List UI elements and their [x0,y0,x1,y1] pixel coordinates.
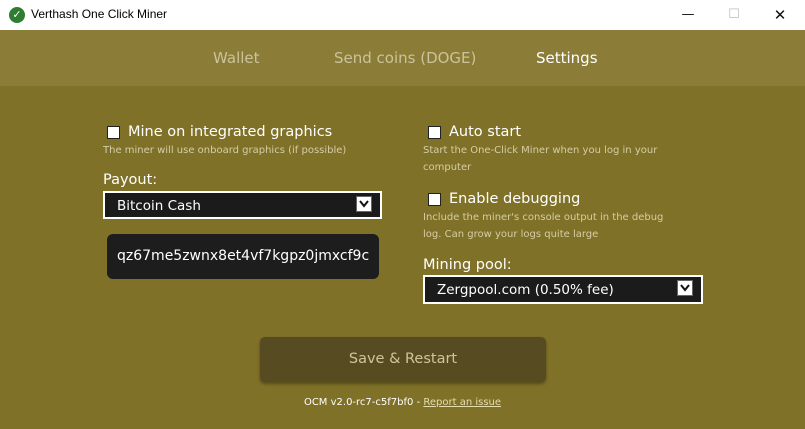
mining-pool-selected-value: Zergpool.com (0.50% fee) [437,282,614,298]
mining-pool-select[interactable]: Zergpool.com (0.50% fee) [423,275,703,304]
payout-select[interactable]: Bitcoin Cash [103,191,382,219]
payout-selected-value: Bitcoin Cash [117,198,201,214]
payout-label: Payout: [103,172,158,188]
minimize-button[interactable]: — [665,0,711,30]
app-content: Wallet Send coins (DOGE) Settings Mine o… [0,30,805,429]
debugging-checkbox[interactable] [428,192,441,206]
integrated-graphics-option[interactable]: Mine on integrated graphics [107,124,332,140]
app-checkmark-icon: ✓ [9,7,25,23]
debugging-hint-line1: Include the miner's console output in th… [423,212,664,223]
tab-wallet[interactable]: Wallet [213,49,260,67]
window-title: Verthash One Click Miner [31,7,168,21]
footer-separator: - [413,397,424,408]
integrated-graphics-hint: The miner will use onboard graphics (if … [103,145,347,156]
tab-send-coins[interactable]: Send coins (DOGE) [334,49,476,67]
debugging-option[interactable]: Enable debugging [428,191,580,207]
debugging-label: Enable debugging [449,191,581,207]
integrated-graphics-label: Mine on integrated graphics [128,124,333,140]
auto-start-hint-line1: Start the One-Click Miner when you log i… [423,145,658,156]
debugging-hint-line2: log. Can grow your logs quite large [423,229,599,240]
auto-start-hint-line2: computer [423,162,472,173]
version-text: OCM v2.0-rc7-c5f7bf0 [303,397,414,408]
tab-bar: Wallet Send coins (DOGE) Settings [0,30,805,86]
maximize-button[interactable]: ☐ [711,0,757,30]
auto-start-option[interactable]: Auto start [428,124,521,140]
footer: OCM v2.0-rc7-c5f7bf0 - Report an issue [0,397,805,408]
auto-start-checkbox[interactable] [428,125,441,139]
report-issue-link[interactable]: Report an issue [423,397,501,408]
chevron-down-icon [356,196,372,212]
integrated-graphics-checkbox[interactable] [107,125,120,139]
chevron-down-icon [677,280,693,296]
payout-address-field[interactable]: qz67me5zwnx8et4vf7kgpz0jmxcf9c [107,234,379,279]
save-restart-button[interactable]: Save & Restart [260,337,546,382]
mining-pool-label: Mining pool: [423,257,512,273]
tab-settings[interactable]: Settings [536,49,598,67]
auto-start-label: Auto start [449,124,522,140]
close-button[interactable]: ✕ [757,0,803,30]
window-titlebar: ✓ Verthash One Click Miner — ☐ ✕ [0,0,805,31]
